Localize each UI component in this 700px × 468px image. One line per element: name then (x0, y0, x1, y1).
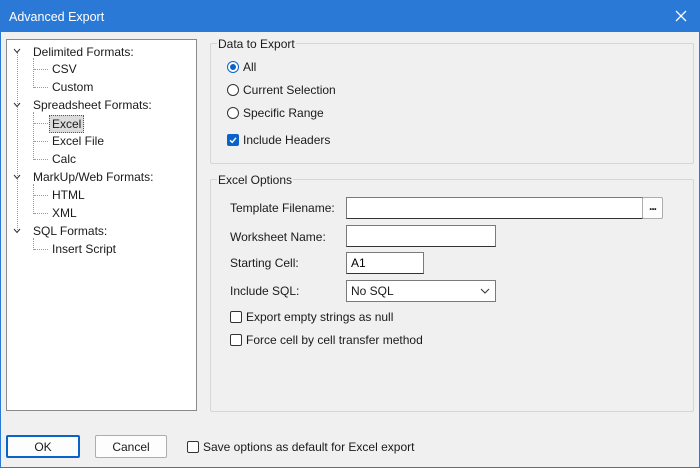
tree-group-delimited[interactable]: Delimited Formats: (33, 44, 134, 60)
tree-group-sql[interactable]: SQL Formats: (33, 223, 107, 239)
force-cell-box[interactable] (230, 334, 242, 346)
tree-item-calc[interactable]: Calc (52, 151, 76, 167)
tree-item-insert-script[interactable]: Insert Script (52, 241, 116, 257)
tree-line-root (17, 52, 18, 232)
worksheet-name-label: Worksheet Name: (230, 230, 326, 244)
tree-branch (34, 195, 48, 196)
check-icon (229, 137, 237, 144)
include-headers-box[interactable] (227, 134, 239, 146)
radio-all-label: All (243, 60, 257, 74)
tree-group-markup[interactable]: MarkUp/Web Formats: (33, 169, 153, 185)
radio-current-selection-indicator[interactable] (227, 84, 239, 96)
radio-current-selection-label: Current Selection (243, 83, 336, 97)
tree-branch (34, 87, 48, 88)
tree-item-xml[interactable]: XML (52, 205, 77, 221)
save-default-box[interactable] (187, 441, 199, 453)
include-sql-label: Include SQL: (230, 284, 300, 298)
cancel-button[interactable]: Cancel (95, 435, 167, 458)
tree-line-group2 (33, 112, 34, 160)
chevron-down-icon (480, 288, 490, 294)
chevron-down-icon[interactable] (13, 47, 21, 55)
data-to-export-title: Data to Export (217, 37, 296, 51)
tree-line-group1 (33, 58, 34, 88)
tree-branch (34, 141, 48, 142)
include-headers-label: Include Headers (243, 133, 331, 147)
cancel-label: Cancel (112, 439, 150, 454)
advanced-export-window: Advanced Export Delimited Formats: CSV C… (0, 0, 700, 468)
close-icon[interactable] (672, 7, 690, 25)
export-empty-null-box[interactable] (230, 311, 242, 323)
tree-item-csv[interactable]: CSV (52, 61, 77, 77)
chevron-down-icon[interactable] (13, 227, 21, 235)
include-sql-value: No SQL (351, 284, 394, 298)
radio-specific-range-indicator[interactable] (227, 107, 239, 119)
ok-button[interactable]: OK (6, 435, 80, 458)
export-empty-null-checkbox[interactable]: Export empty strings as null (230, 310, 393, 324)
tree-branch (34, 159, 48, 160)
chevron-down-icon[interactable] (13, 101, 21, 109)
format-tree[interactable]: Delimited Formats: CSV Custom Spreadshee… (6, 39, 197, 411)
radio-current-selection[interactable]: Current Selection (227, 83, 336, 97)
tree-item-excel-file[interactable]: Excel File (52, 133, 104, 149)
worksheet-name-input[interactable] (346, 225, 496, 247)
starting-cell-input[interactable] (346, 252, 424, 274)
template-filename-label: Template Filename: (230, 201, 335, 215)
tree-branch (34, 123, 48, 124)
browse-button[interactable]: ... (642, 197, 663, 219)
save-default-label: Save options as default for Excel export (203, 440, 415, 454)
tree-item-excel[interactable]: Excel (49, 115, 85, 133)
force-cell-label: Force cell by cell transfer method (246, 333, 423, 347)
export-empty-null-label: Export empty strings as null (246, 310, 394, 324)
save-default-checkbox[interactable]: Save options as default for Excel export (187, 440, 414, 454)
chevron-down-icon[interactable] (13, 173, 21, 181)
radio-specific-range[interactable]: Specific Range (227, 106, 324, 120)
ok-label: OK (34, 439, 52, 454)
force-cell-checkbox[interactable]: Force cell by cell transfer method (230, 333, 423, 347)
title-bar: Advanced Export (1, 1, 699, 32)
starting-cell-label: Starting Cell: (230, 256, 299, 270)
tree-group-spreadsheet[interactable]: Spreadsheet Formats: (33, 97, 152, 113)
excel-options-title: Excel Options (217, 173, 294, 187)
radio-all[interactable]: All (227, 60, 256, 74)
tree-line-group3 (33, 184, 34, 214)
browse-ellipsis: ... (648, 199, 657, 213)
include-sql-dropdown[interactable]: No SQL (346, 280, 496, 302)
tree-branch (34, 213, 48, 214)
window-title: Advanced Export (9, 10, 105, 24)
tree-item-html[interactable]: HTML (52, 187, 85, 203)
tree-item-custom[interactable]: Custom (52, 79, 93, 95)
template-filename-input[interactable] (346, 197, 643, 219)
radio-all-indicator[interactable] (227, 61, 239, 73)
include-headers-checkbox[interactable]: Include Headers (227, 133, 330, 147)
tree-branch (34, 249, 48, 250)
tree-branch (34, 69, 48, 70)
radio-specific-range-label: Specific Range (243, 106, 324, 120)
